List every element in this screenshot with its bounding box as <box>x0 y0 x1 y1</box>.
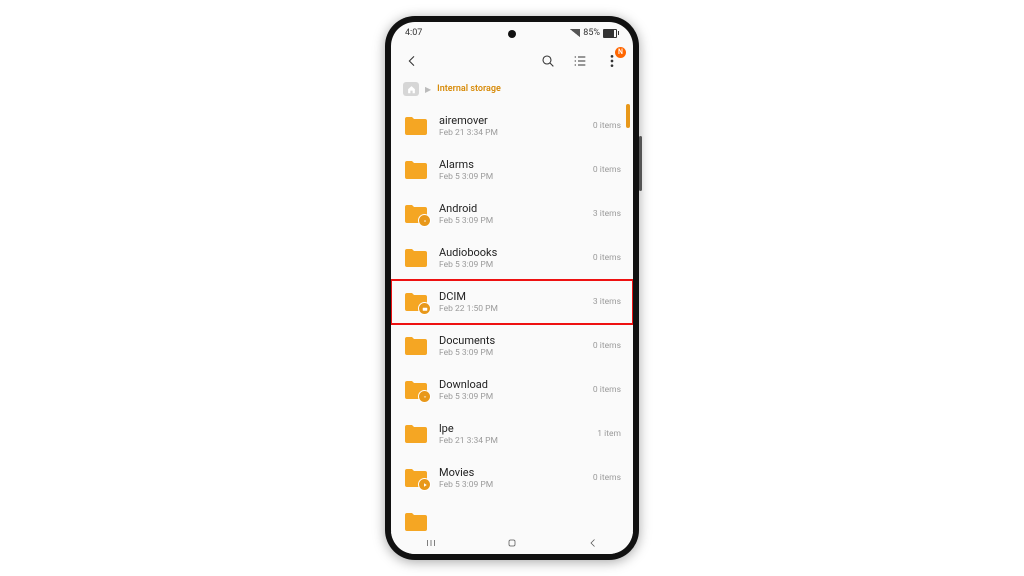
folder-name: Download <box>439 378 583 391</box>
system-nav-bar <box>391 532 633 554</box>
recents-button[interactable] <box>425 534 437 553</box>
back-button[interactable] <box>401 50 423 72</box>
folder-row-documents[interactable]: Documents Feb 5 3:09 PM 0 items <box>391 324 633 368</box>
chevron-right-icon: ▶ <box>425 85 431 94</box>
folder-count: 1 item <box>597 429 621 439</box>
folder-count: 0 items <box>593 121 621 131</box>
play-badge-icon <box>418 478 431 491</box>
scroll-indicator[interactable] <box>626 104 630 128</box>
clock: 4:07 <box>405 28 422 38</box>
folder-icon <box>403 423 429 445</box>
folder-icon <box>403 159 429 181</box>
folder-name: Audiobooks <box>439 246 583 259</box>
signal-icon <box>570 29 580 37</box>
battery-icon <box>603 29 619 38</box>
folder-date: Feb 5 3:09 PM <box>439 172 583 182</box>
camera-badge-icon <box>418 302 431 315</box>
folder-date: Feb 5 3:09 PM <box>439 216 583 226</box>
folder-row-audiobooks[interactable]: Audiobooks Feb 5 3:09 PM 0 items <box>391 236 633 280</box>
folder-row-android[interactable]: Android Feb 5 3:09 PM 3 items <box>391 192 633 236</box>
more-options-button[interactable] <box>601 50 623 72</box>
home-icon[interactable] <box>403 82 419 96</box>
breadcrumb[interactable]: ▶ Internal storage <box>391 78 633 104</box>
folder-count: 3 items <box>593 209 621 219</box>
folder-row-partial[interactable] <box>391 500 633 532</box>
battery-percent: 85% <box>583 28 600 38</box>
folder-icon <box>403 511 429 532</box>
folder-list[interactable]: airemover Feb 21 3:34 PM 0 items Alarms … <box>391 104 633 532</box>
folder-name: lpe <box>439 422 587 435</box>
folder-icon <box>403 291 429 313</box>
folder-row-alarms[interactable]: Alarms Feb 5 3:09 PM 0 items <box>391 148 633 192</box>
folder-date: Feb 21 3:34 PM <box>439 128 583 138</box>
folder-date: Feb 5 3:09 PM <box>439 348 583 358</box>
folder-name: Movies <box>439 466 583 479</box>
download-badge-icon <box>418 390 431 403</box>
folder-name: Documents <box>439 334 583 347</box>
folder-count: 0 items <box>593 341 621 351</box>
folder-icon <box>403 203 429 225</box>
folder-icon <box>403 467 429 489</box>
home-button[interactable] <box>506 534 518 553</box>
folder-count: 3 items <box>593 297 621 307</box>
folder-date: Feb 5 3:09 PM <box>439 480 583 490</box>
search-button[interactable] <box>537 50 559 72</box>
folder-row-lpe[interactable]: lpe Feb 21 3:34 PM 1 item <box>391 412 633 456</box>
folder-icon <box>403 379 429 401</box>
folder-name: Android <box>439 202 583 215</box>
folder-icon <box>403 115 429 137</box>
folder-date: Feb 21 3:34 PM <box>439 436 587 446</box>
folder-icon <box>403 247 429 269</box>
folder-name: Alarms <box>439 158 583 171</box>
folder-count: 0 items <box>593 165 621 175</box>
folder-row-movies[interactable]: Movies Feb 5 3:09 PM 0 items <box>391 456 633 500</box>
folder-count: 0 items <box>593 385 621 395</box>
screen: 4:07 85% <box>391 22 633 554</box>
folder-row-airemover[interactable]: airemover Feb 21 3:34 PM 0 items <box>391 104 633 148</box>
folder-count: 0 items <box>593 473 621 483</box>
phone-frame: 4:07 85% <box>385 16 639 560</box>
gear-badge-icon <box>418 214 431 227</box>
breadcrumb-current[interactable]: Internal storage <box>437 84 501 94</box>
folder-row-download[interactable]: Download Feb 5 3:09 PM 0 items <box>391 368 633 412</box>
phone-side-button <box>639 136 642 191</box>
folder-name: DCIM <box>439 290 583 303</box>
app-bar <box>391 44 633 78</box>
nav-back-button[interactable] <box>587 534 599 553</box>
folder-count: 0 items <box>593 253 621 263</box>
folder-date: Feb 5 3:09 PM <box>439 260 583 270</box>
front-camera <box>508 30 516 38</box>
view-toggle-button[interactable] <box>569 50 591 72</box>
folder-icon <box>403 335 429 357</box>
folder-date: Feb 5 3:09 PM <box>439 392 583 402</box>
folder-name: airemover <box>439 114 583 127</box>
folder-date: Feb 22 1:50 PM <box>439 304 583 314</box>
folder-row-dcim[interactable]: DCIM Feb 22 1:50 PM 3 items <box>391 280 633 324</box>
